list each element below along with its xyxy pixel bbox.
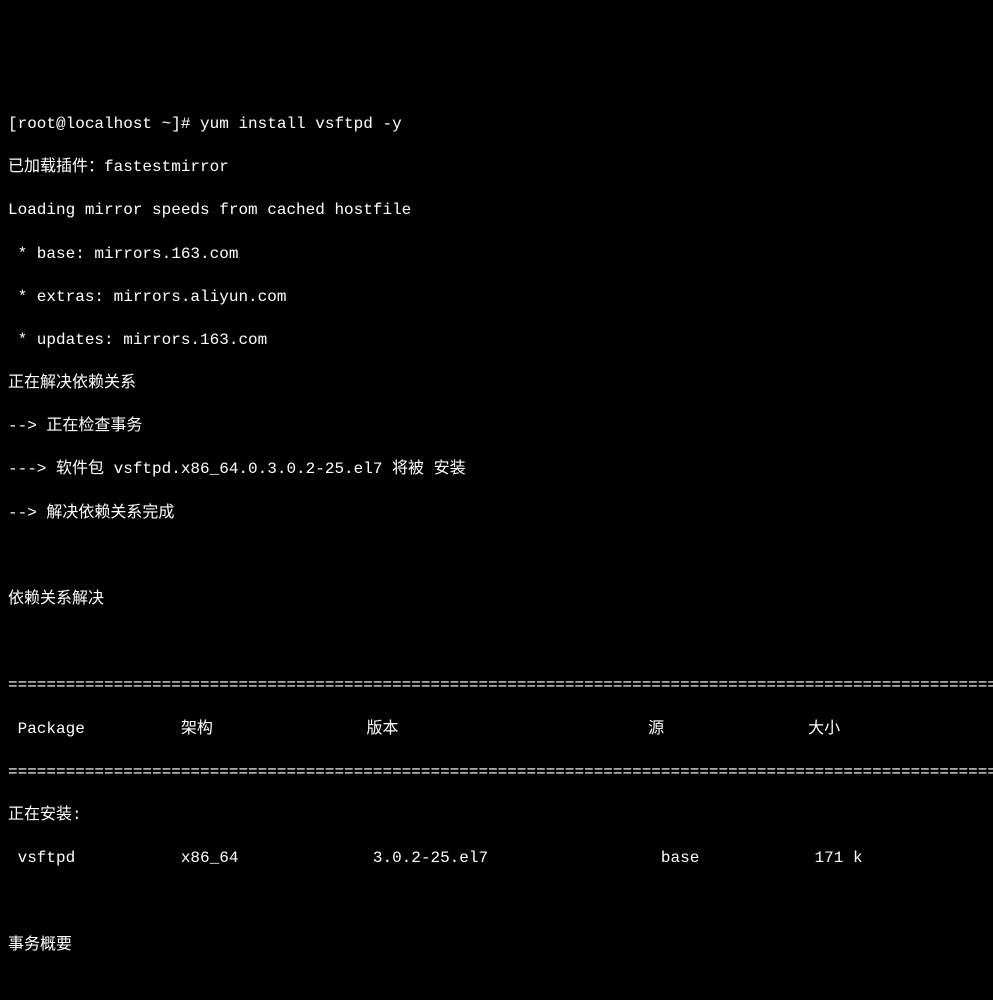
table-divider: ========================================… bbox=[8, 762, 985, 784]
prompt-line: [root@localhost ~]# yum install vsftpd -… bbox=[8, 114, 985, 136]
shell-prompt: [root@localhost ~]# bbox=[8, 115, 200, 133]
output-line: * updates: mirrors.163.com bbox=[8, 330, 985, 352]
output-line: * extras: mirrors.aliyun.com bbox=[8, 287, 985, 309]
output-line: --> 解决依赖关系完成 bbox=[8, 503, 985, 525]
output-line: 已加载插件：fastestmirror bbox=[8, 157, 985, 179]
table-header: Package 架构 版本 源 大小 bbox=[8, 719, 985, 741]
blank-line bbox=[8, 546, 985, 568]
output-line: ---> 软件包 vsftpd.x86_64.0.3.0.2-25.el7 将被… bbox=[8, 459, 985, 481]
output-line: 依赖关系解决 bbox=[8, 589, 985, 611]
output-line: Loading mirror speeds from cached hostfi… bbox=[8, 200, 985, 222]
transaction-summary: 事务概要 bbox=[8, 935, 985, 957]
table-row: vsftpd x86_64 3.0.2-25.el7 base 171 k bbox=[8, 848, 985, 870]
blank-line bbox=[8, 891, 985, 913]
output-line: --> 正在检查事务 bbox=[8, 416, 985, 438]
table-divider: ========================================… bbox=[8, 675, 985, 697]
terminal-output: [root@localhost ~]# yum install vsftpd -… bbox=[8, 92, 985, 977]
output-line: 正在解决依赖关系 bbox=[8, 373, 985, 395]
command-text: yum install vsftpd -y bbox=[200, 115, 402, 133]
installing-label: 正在安装: bbox=[8, 805, 985, 827]
blank-line bbox=[8, 632, 985, 654]
output-line: * base: mirrors.163.com bbox=[8, 244, 985, 266]
